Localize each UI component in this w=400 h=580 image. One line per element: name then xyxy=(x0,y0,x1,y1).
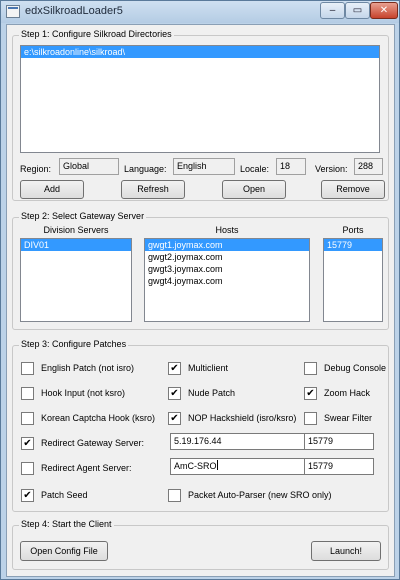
directory-item[interactable]: e:\silkroadonline\silkroad\ xyxy=(21,46,379,58)
minimize-button[interactable]: – xyxy=(320,2,345,19)
agent-ip-input[interactable]: AmC-SRO xyxy=(170,458,305,475)
swear-filter-checkbox[interactable] xyxy=(304,412,317,425)
step2-title: Step 2: Select Gateway Server xyxy=(19,211,147,221)
division-servers-header: Division Servers xyxy=(43,225,109,235)
host-item[interactable]: gwgt2.joymax.com xyxy=(145,251,309,263)
packet-parser-label: Packet Auto-Parser (new SRO only) xyxy=(188,490,332,500)
app-icon xyxy=(6,5,20,18)
debug-console-checkbox[interactable] xyxy=(304,362,317,375)
open-config-button[interactable]: Open Config File xyxy=(20,541,108,561)
patch-seed-label: Patch Seed xyxy=(41,490,88,500)
maximize-button[interactable]: ▭ xyxy=(345,2,370,19)
gateway-port-input[interactable]: 15779 xyxy=(304,433,374,450)
multiclient-checkbox[interactable]: ✔ xyxy=(168,362,181,375)
english-patch-checkbox[interactable] xyxy=(21,362,34,375)
agent-port-input[interactable]: 15779 xyxy=(304,458,374,475)
step3-group: Step 3: Configure Patches English Patch … xyxy=(12,339,389,512)
host-item[interactable]: gwgt3.joymax.com xyxy=(145,263,309,275)
redirect-agent-label: Redirect Agent Server: xyxy=(41,463,132,473)
swear-filter-label: Swear Filter xyxy=(324,413,373,423)
korean-captcha-label: Korean Captcha Hook (ksro) xyxy=(41,413,156,423)
host-item[interactable]: gwgt4.joymax.com xyxy=(145,275,309,287)
step4-group: Step 4: Start the Client Open Config Fil… xyxy=(12,519,389,570)
zoom-hack-label: Zoom Hack xyxy=(324,388,371,398)
window-title: edxSilkroadLoader5 xyxy=(25,5,123,17)
multiclient-label: Multiclient xyxy=(188,363,229,373)
locale-field: 18 xyxy=(276,158,306,175)
host-item[interactable]: gwgt1.joymax.com xyxy=(145,239,309,251)
client-area: Step 1: Configure Silkroad Directories e… xyxy=(6,24,395,577)
hosts-list[interactable]: gwgt1.joymax.com gwgt2.joymax.com gwgt3.… xyxy=(144,238,310,322)
korean-captcha-checkbox[interactable] xyxy=(21,412,34,425)
loader-window: edxSilkroadLoader5 – ▭ ✕ Step 1: Configu… xyxy=(0,0,400,580)
agent-ip-value: AmC-SRO xyxy=(174,461,217,471)
ports-list[interactable]: 15779 xyxy=(323,238,383,322)
add-button[interactable]: Add xyxy=(20,180,84,199)
language-label: Language: xyxy=(124,164,167,174)
redirect-agent-checkbox[interactable] xyxy=(21,462,34,475)
directory-list[interactable]: e:\silkroadonline\silkroad\ xyxy=(20,45,380,153)
region-label: Region: xyxy=(20,164,52,174)
version-field: 288 xyxy=(354,158,383,175)
nop-hackshield-checkbox[interactable]: ✔ xyxy=(168,412,181,425)
region-field: Global xyxy=(59,158,119,175)
nude-patch-label: Nude Patch xyxy=(188,388,236,398)
ports-header: Ports xyxy=(342,225,364,235)
locale-label: Locale: xyxy=(240,164,270,174)
close-button[interactable]: ✕ xyxy=(370,2,398,19)
division-list[interactable]: DIV01 xyxy=(20,238,132,322)
zoom-hack-checkbox[interactable]: ✔ xyxy=(304,387,317,400)
packet-parser-checkbox[interactable] xyxy=(168,489,181,502)
english-patch-label: English Patch (not isro) xyxy=(41,363,135,373)
remove-button[interactable]: Remove xyxy=(321,180,385,199)
open-button[interactable]: Open xyxy=(222,180,286,199)
division-item[interactable]: DIV01 xyxy=(21,239,131,251)
step1-group: Step 1: Configure Silkroad Directories e… xyxy=(12,29,389,201)
step3-title: Step 3: Configure Patches xyxy=(19,339,129,349)
hosts-header: Hosts xyxy=(215,225,239,235)
version-label: Version: xyxy=(315,164,348,174)
refresh-button[interactable]: Refresh xyxy=(121,180,185,199)
debug-console-label: Debug Console xyxy=(324,363,387,373)
hook-input-label: Hook Input (not ksro) xyxy=(41,388,126,398)
gateway-ip-input[interactable]: 5.19.176.44 xyxy=(170,433,305,450)
launch-button[interactable]: Launch! xyxy=(311,541,381,561)
nop-hackshield-label: NOP Hackshield (isro/ksro) xyxy=(188,413,297,423)
port-item[interactable]: 15779 xyxy=(324,239,382,251)
step4-title: Step 4: Start the Client xyxy=(19,519,114,529)
patch-seed-checkbox[interactable]: ✔ xyxy=(21,489,34,502)
title-bar[interactable]: edxSilkroadLoader5 – ▭ ✕ xyxy=(1,1,399,23)
redirect-gateway-label: Redirect Gateway Server: xyxy=(41,438,145,448)
step2-group: Step 2: Select Gateway Server Division S… xyxy=(12,211,389,330)
hook-input-checkbox[interactable] xyxy=(21,387,34,400)
step1-title: Step 1: Configure Silkroad Directories xyxy=(19,29,174,39)
redirect-gateway-checkbox[interactable]: ✔ xyxy=(21,437,34,450)
language-field: English xyxy=(173,158,235,175)
nude-patch-checkbox[interactable]: ✔ xyxy=(168,387,181,400)
text-cursor xyxy=(216,460,218,470)
